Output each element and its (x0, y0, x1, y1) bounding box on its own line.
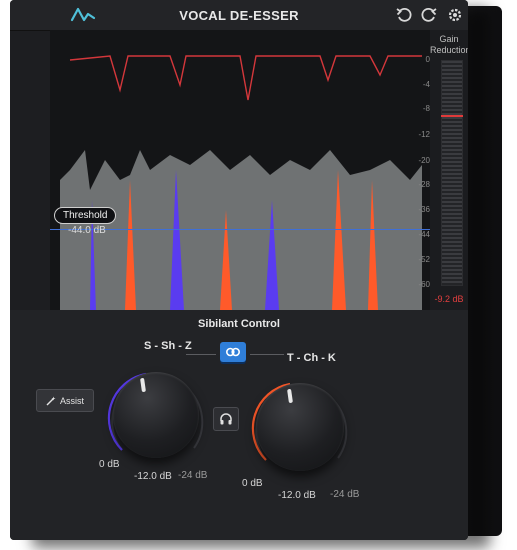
right-knob-min: 0 dB (242, 478, 263, 489)
meter-title: Gain Reduction (430, 34, 468, 55)
headphones-icon (220, 413, 232, 425)
left-knob-max: -24 dB (178, 470, 208, 481)
scale-label: -20 (418, 156, 430, 165)
meter-value: -9.2 dB (434, 294, 464, 304)
panel-side-bevel (468, 6, 502, 536)
scale-label: -60 (418, 280, 430, 289)
link-icon (226, 347, 240, 357)
scale-label: -12 (418, 130, 430, 139)
undo-icon[interactable] (395, 6, 413, 24)
left-knob-min: 0 dB (99, 459, 120, 470)
section-title: Sibilant Control (198, 318, 280, 330)
left-band-label: S - Sh - Z (144, 340, 192, 352)
scale-label: -28 (418, 180, 430, 189)
magic-wand-icon (46, 396, 56, 405)
scale-label: -44 (418, 230, 430, 239)
meter-bar (441, 60, 463, 286)
waveform-graph (60, 55, 422, 310)
link-line-left (186, 354, 216, 355)
threshold-value: -44.0 dB (68, 225, 106, 236)
knob-indicator (140, 377, 146, 393)
scale-label: -52 (418, 255, 430, 264)
gear-icon[interactable] (446, 6, 464, 24)
redo-icon[interactable] (420, 6, 438, 24)
header-bar: VOCAL DE-ESSER (10, 0, 468, 31)
right-knob-value: -12.0 dB (278, 490, 316, 501)
link-button[interactable] (220, 342, 246, 362)
link-line-right (250, 354, 284, 355)
scale-label: 0 (425, 55, 430, 64)
assist-button[interactable]: Assist (36, 389, 94, 412)
right-band-label: T - Ch - K (287, 352, 336, 364)
knob-indicator (287, 388, 293, 404)
spectrum-display[interactable] (50, 30, 430, 310)
threshold-line[interactable] (50, 229, 430, 230)
scale-label: -4 (422, 80, 430, 89)
meter-reduction-marker (441, 115, 463, 117)
listen-button[interactable] (213, 407, 239, 431)
left-knob-value: -12.0 dB (134, 471, 172, 482)
right-band-knob[interactable] (256, 383, 344, 471)
threshold-handle[interactable]: Threshold (54, 207, 117, 224)
plugin-panel: VOCAL DE-ESSER Gain Reduction -9.2 dB 0 … (10, 0, 468, 540)
assist-label: Assist (59, 395, 84, 406)
scale-label: -8 (422, 104, 430, 113)
scale-label: -36 (418, 205, 430, 214)
de-esser-plugin: VOCAL DE-ESSER Gain Reduction -9.2 dB 0 … (0, 0, 517, 550)
left-band-knob[interactable] (113, 372, 199, 458)
right-knob-max: -24 dB (330, 489, 360, 500)
